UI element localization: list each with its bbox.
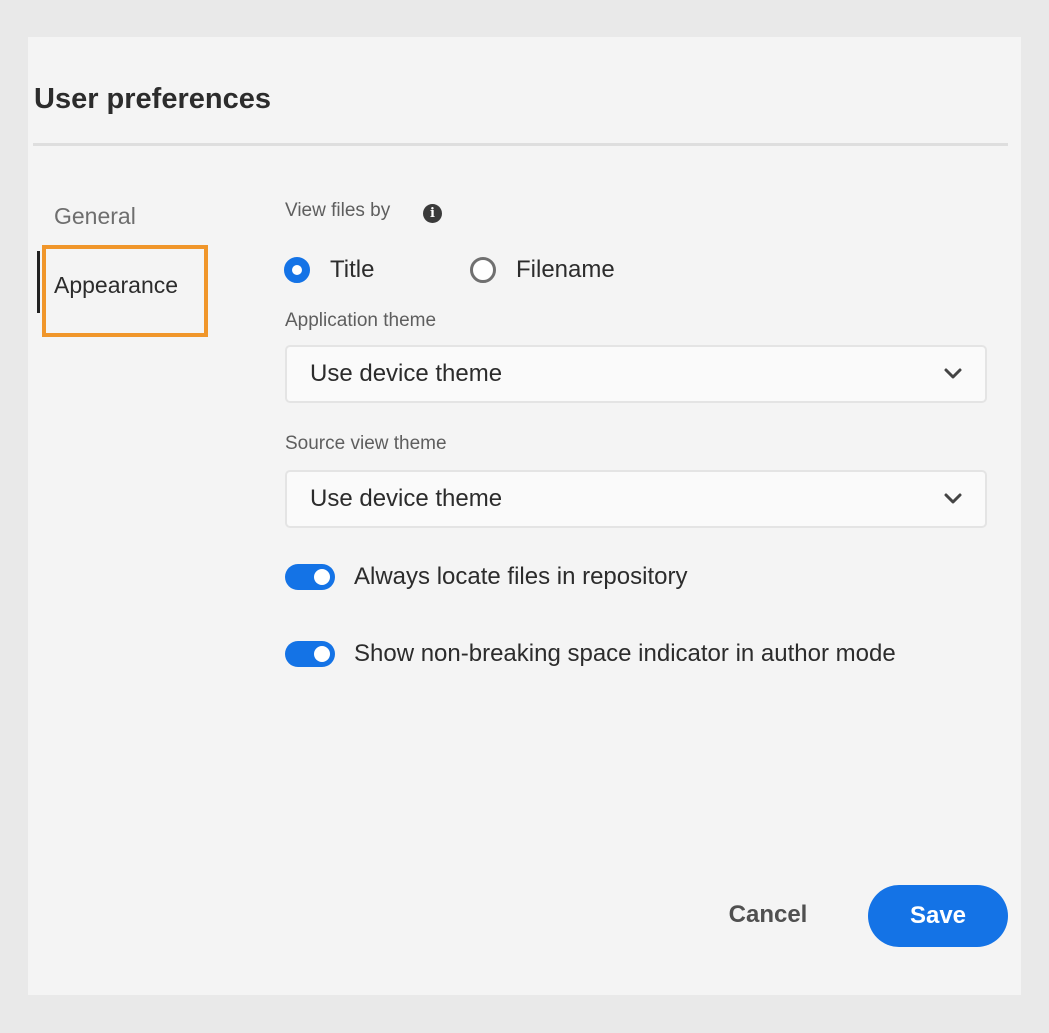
- source-view-theme-select[interactable]: Use device theme: [285, 470, 987, 528]
- source-view-theme-label: Source view theme: [285, 433, 447, 454]
- source-view-theme-value: Use device theme: [310, 485, 503, 512]
- nav-item-general[interactable]: General: [54, 203, 136, 230]
- dialog-title: User preferences: [34, 83, 271, 115]
- nbsp-indicator-toggle-row[interactable]: Show non-breaking space indicator in aut…: [285, 640, 896, 668]
- radio-title[interactable]: Title: [284, 256, 374, 284]
- save-button[interactable]: Save: [868, 885, 1008, 947]
- radio-filename[interactable]: Filename: [470, 256, 615, 284]
- always-locate-files-label: Always locate files in repository: [354, 563, 688, 590]
- application-theme-label: Application theme: [285, 310, 437, 331]
- always-locate-files-switch[interactable]: [285, 564, 335, 590]
- radio-unchecked-indicator[interactable]: [470, 257, 496, 283]
- header-divider: [33, 143, 1008, 146]
- nbsp-indicator-switch[interactable]: [285, 641, 335, 667]
- view-files-by-label: View files by: [285, 200, 391, 221]
- user-preferences-dialog: User preferences General Appearance View…: [28, 37, 1021, 995]
- chevron-down-icon: [944, 493, 962, 504]
- radio-filename-label: Filename: [516, 256, 615, 283]
- chevron-down-icon: [944, 368, 962, 379]
- nav-item-appearance[interactable]: Appearance: [54, 272, 178, 299]
- radio-title-label: Title: [330, 256, 375, 283]
- nbsp-indicator-label: Show non-breaking space indicator in aut…: [354, 640, 896, 667]
- info-icon[interactable]: i: [423, 204, 442, 223]
- radio-checked-indicator[interactable]: [284, 257, 310, 283]
- application-theme-value: Use device theme: [310, 360, 503, 387]
- always-locate-files-toggle-row[interactable]: Always locate files in repository: [285, 563, 687, 591]
- nav-selected-indicator: [37, 251, 40, 313]
- cancel-button[interactable]: Cancel: [708, 885, 828, 945]
- application-theme-select[interactable]: Use device theme: [285, 345, 987, 403]
